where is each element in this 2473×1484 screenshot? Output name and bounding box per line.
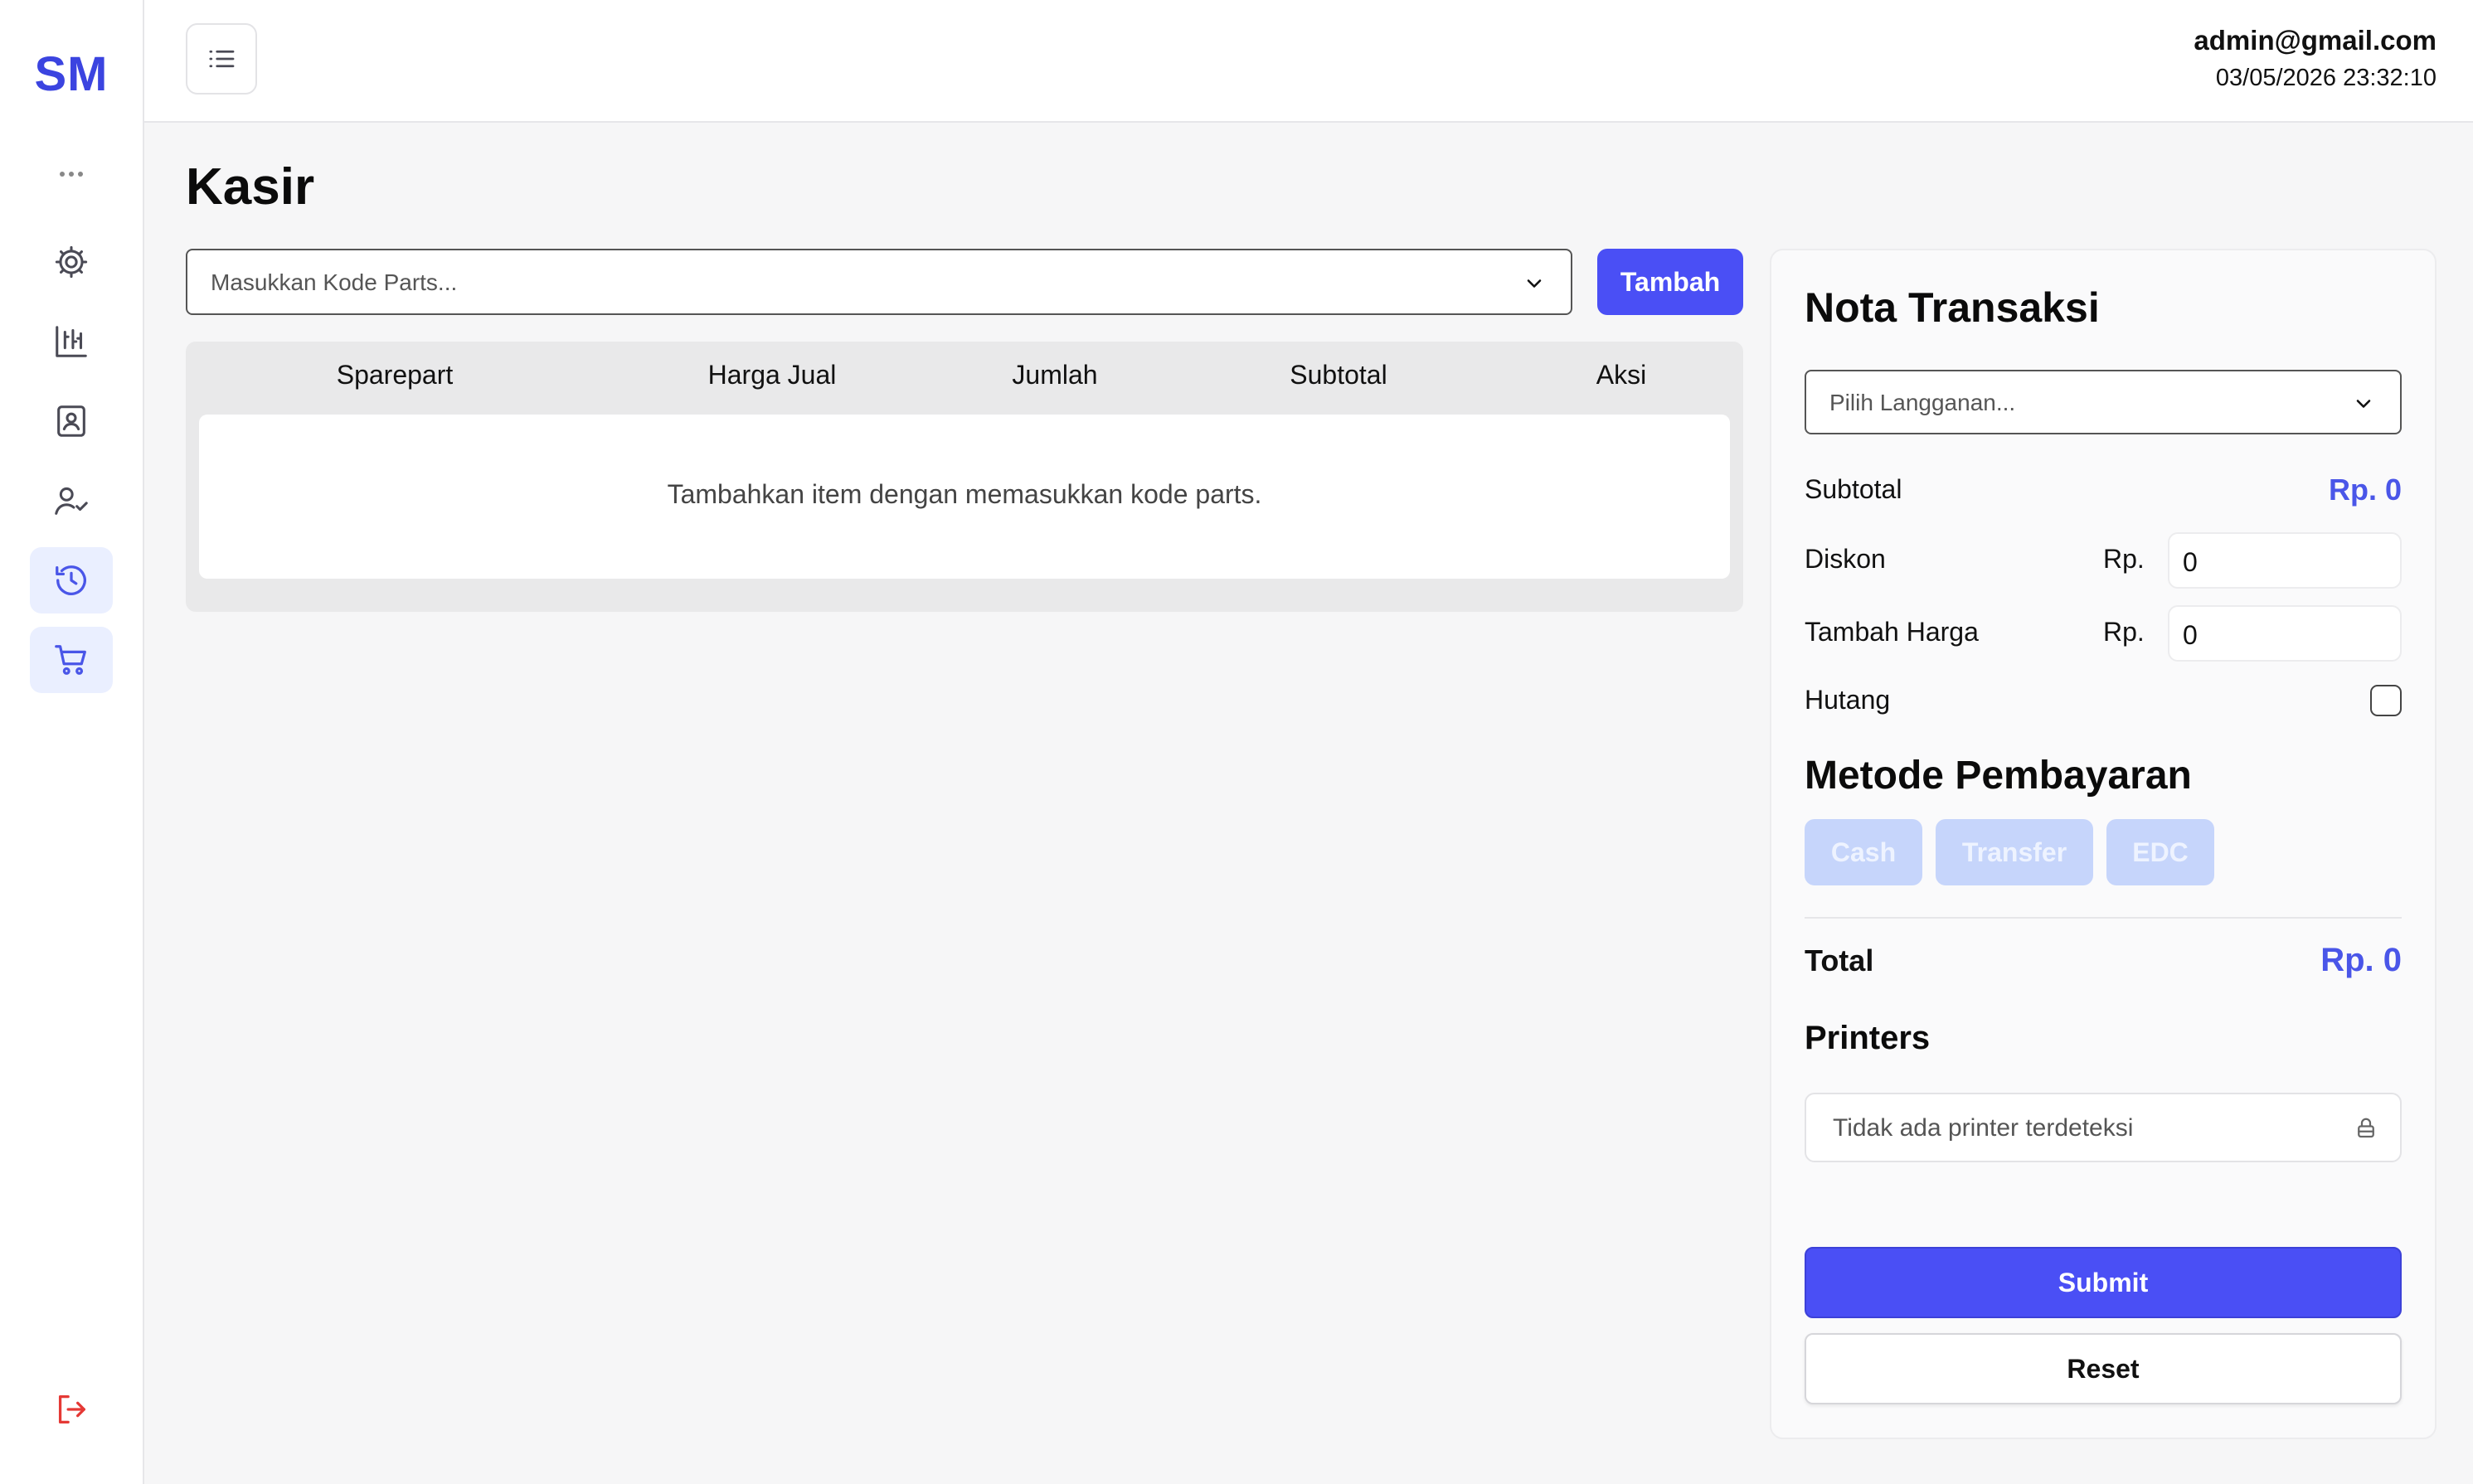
cart-icon <box>55 645 86 675</box>
column-header-subtotal: Subtotal <box>1290 360 1387 390</box>
topbar: admin@gmail.com 03/05/2026 23:32:10 <box>144 0 2473 123</box>
parts-code-placeholder: Masukkan Kode Parts... <box>211 269 458 295</box>
sidebar-item-cashier[interactable] <box>30 627 113 693</box>
total-label: Total <box>1805 943 1874 977</box>
payment-edc-button[interactable]: EDC <box>2106 819 2214 885</box>
column-header-sparepart: Sparepart <box>336 360 454 390</box>
customer-select[interactable]: Pilih Langganan... <box>1805 370 2402 434</box>
sidebar-item-settings[interactable] <box>30 229 113 295</box>
user-info: admin@gmail.com 03/05/2026 23:32:10 <box>2194 25 2437 92</box>
logout-icon <box>58 1395 85 1423</box>
parts-code-select[interactable]: Masukkan Kode Parts... <box>186 249 1572 315</box>
items-table: Sparepart Harga Jual Jumlah Subtotal Aks… <box>186 342 1743 612</box>
total-value: Rp. 0 <box>2320 942 2402 978</box>
sidebar-item-history[interactable] <box>30 547 113 613</box>
table-body: Tambahkan item dengan memasukkan kode pa… <box>199 415 1730 579</box>
reset-button[interactable]: Reset <box>1805 1333 2402 1404</box>
user-check-icon <box>55 487 88 515</box>
chevron-down-icon <box>2356 400 2371 408</box>
payment-cash-button[interactable]: Cash <box>1805 819 1922 885</box>
column-header-jumlah: Jumlah <box>1012 360 1098 390</box>
diskon-label: Diskon <box>1805 544 1886 574</box>
sidebar: SM <box>0 0 144 1484</box>
page-title: Kasir <box>186 158 315 216</box>
subtotal-value: Rp. 0 <box>2328 473 2402 507</box>
contact-book-icon <box>57 405 85 437</box>
current-datetime: 03/05/2026 23:32:10 <box>2215 65 2437 91</box>
payment-transfer-button[interactable]: Transfer <box>1936 819 2093 885</box>
history-icon <box>56 565 86 595</box>
column-header-aksi: Aksi <box>1596 360 1647 390</box>
payment-method-title: Metode Pembayaran <box>1805 754 2192 798</box>
logout-button[interactable] <box>30 1376 113 1443</box>
sidebar-more-button[interactable] <box>30 149 113 199</box>
chart-icon <box>56 326 87 357</box>
hutang-label: Hutang <box>1805 685 1891 715</box>
submit-button[interactable]: Submit <box>1805 1247 2402 1318</box>
tambah-harga-currency: Rp. <box>2103 617 2145 647</box>
tambah-harga-input[interactable]: 0 <box>2168 605 2402 662</box>
empty-table-message: Tambahkan item dengan memasukkan kode pa… <box>667 479 1262 509</box>
printers-title: Printers <box>1805 1020 1931 1056</box>
printer-icon <box>2358 1118 2374 1138</box>
customer-placeholder: Pilih Langganan... <box>1829 390 2016 415</box>
menu-toggle-button[interactable] <box>186 23 257 95</box>
chevron-down-icon <box>1527 279 1542 288</box>
sidebar-item-contacts[interactable] <box>30 388 113 454</box>
add-part-button[interactable]: Tambah <box>1597 249 1743 315</box>
diskon-input[interactable]: 0 <box>2168 532 2402 589</box>
user-email: admin@gmail.com <box>2194 25 2437 56</box>
sidebar-item-reports[interactable] <box>30 308 113 375</box>
printer-placeholder: Tidak ada printer terdeteksi <box>1833 1114 2134 1142</box>
transaction-panel: Nota Transaksi Pilih Langganan... Subtot… <box>1770 249 2437 1439</box>
tambah-harga-label: Tambah Harga <box>1805 617 1979 647</box>
list-icon <box>209 50 235 68</box>
column-header-harga-jual: Harga Jual <box>707 360 837 390</box>
divider <box>1805 917 2402 919</box>
more-dots-icon <box>60 172 83 177</box>
panel-title: Nota Transaksi <box>1805 284 2100 331</box>
diskon-currency: Rp. <box>2103 544 2145 574</box>
subtotal-label: Subtotal <box>1805 474 1902 504</box>
hutang-checkbox[interactable] <box>2370 685 2402 716</box>
logo: SM <box>34 47 109 101</box>
sidebar-item-users[interactable] <box>30 468 113 534</box>
printer-select[interactable]: Tidak ada printer terdeteksi <box>1805 1093 2402 1162</box>
gear-icon <box>55 245 88 279</box>
